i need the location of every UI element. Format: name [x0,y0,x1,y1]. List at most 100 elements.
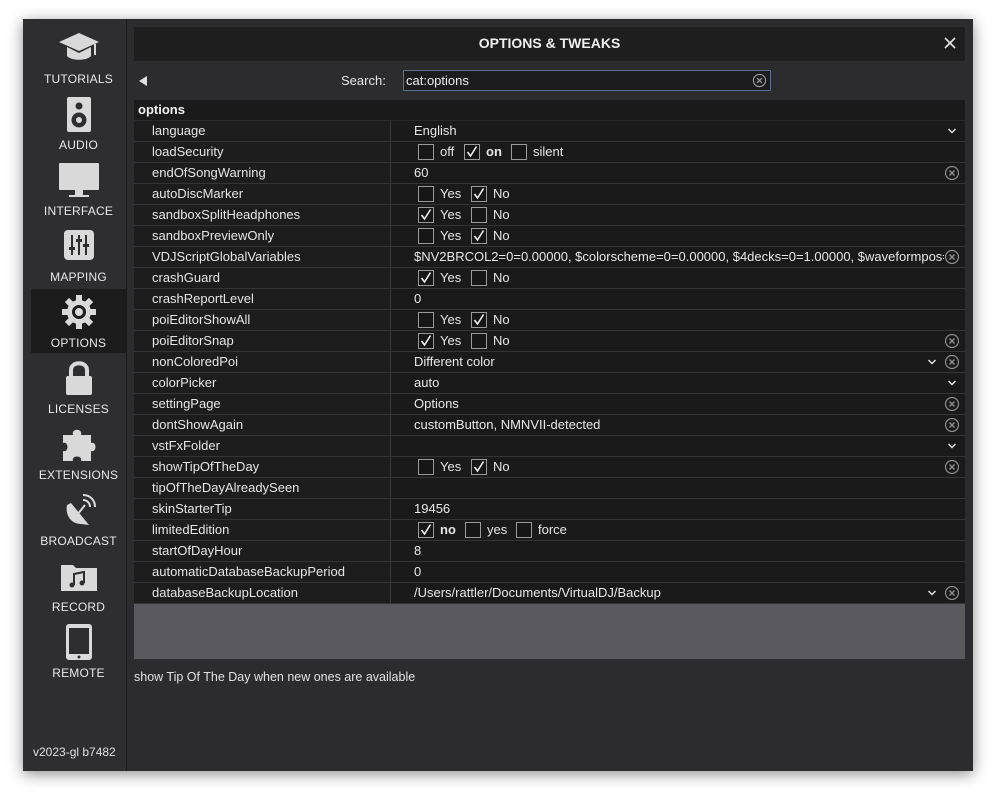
option-value[interactable] [410,478,965,498]
checkbox[interactable] [418,228,434,244]
checkbox[interactable] [511,144,527,160]
checkbox[interactable] [471,207,487,223]
table-row: poiEditorShowAll Yes No [134,310,965,331]
reset-icon[interactable] [944,459,960,475]
checkbox[interactable] [418,144,434,160]
search-box [403,70,771,91]
option-name: crashReportLevel [134,289,391,309]
reset-icon[interactable] [944,249,960,265]
checkbox-checked[interactable] [418,207,434,223]
table-row: vstFxFolder [134,436,965,457]
tablet-icon [66,624,92,660]
option-value[interactable]: $NV2BRCOL2=0=0.00000, $colorscheme=0=0.0… [410,247,965,267]
music-folder-icon [61,565,97,591]
value-text: Options [414,396,459,411]
option-value[interactable]: auto [410,373,965,393]
sidebar-item-label: BROADCAST [40,534,117,548]
checkbox-checked[interactable] [418,333,434,349]
option-name: poiEditorShowAll [134,310,391,330]
option-value: Yes No [410,457,965,477]
sidebar-item-tutorials[interactable]: TUTORIALS [31,25,126,89]
sidebar-item-label: MAPPING [50,270,107,284]
option-name: VDJScriptGlobalVariables [134,247,391,267]
sidebar-item-mapping[interactable]: MAPPING [31,223,126,287]
option-value[interactable]: 60 [410,163,965,183]
chevron-down-icon[interactable] [947,441,957,451]
chevron-down-icon[interactable] [927,357,937,367]
option-value[interactable]: 19456 [410,499,965,519]
checkbox[interactable] [418,459,434,475]
option-value[interactable]: /Users/rattler/Documents/VirtualDJ/Backu… [410,583,965,603]
sidebar-item-label: TUTORIALS [44,72,113,86]
option-value[interactable]: English [410,121,965,141]
checkbox-label: No [493,228,510,243]
reset-icon[interactable] [944,165,960,181]
table-row: sandboxPreviewOnly Yes No [134,226,965,247]
checkbox-checked[interactable] [418,270,434,286]
checkbox-checked[interactable] [464,144,480,160]
sidebar-item-label: EXTENSIONS [38,468,119,482]
option-value: Yes No [410,184,965,204]
back-arrow-icon[interactable] [137,75,149,87]
chevron-down-icon[interactable] [947,126,957,136]
chevron-down-icon[interactable] [927,588,937,598]
checkbox[interactable] [471,333,487,349]
checkbox[interactable] [471,270,487,286]
sidebar-item-licenses[interactable]: LICENSES [31,355,126,419]
option-name: dontShowAgain [134,415,391,435]
checkbox[interactable] [418,186,434,202]
sidebar-item-record[interactable]: RECORD [31,553,126,617]
sidebar-item-extensions[interactable]: EXTENSIONS [31,421,126,485]
checkbox-checked[interactable] [471,312,487,328]
close-icon[interactable] [941,34,959,52]
table-row: poiEditorSnap Yes No [134,331,965,352]
sidebar-item-options[interactable]: OPTIONS [31,289,126,353]
search-label: Search: [341,73,386,88]
search-input[interactable] [406,71,744,90]
reset-icon[interactable] [944,417,960,433]
option-value[interactable]: Options [410,394,965,414]
checkbox[interactable] [465,522,481,538]
reset-icon[interactable] [944,585,960,601]
checkbox-label: on [486,144,502,159]
reset-icon[interactable] [944,354,960,370]
clear-search-icon[interactable] [752,73,767,88]
checkbox-checked[interactable] [471,228,487,244]
title-bar: OPTIONS & TWEAKS [134,27,965,61]
checkbox-checked[interactable] [418,522,434,538]
value-text: customButton, NMNVII-detected [414,417,601,432]
checkbox-label: Yes [440,186,462,201]
chevron-down-icon[interactable] [947,378,957,388]
option-value: Yes No [410,310,965,330]
dropdown-value: Different color [414,354,495,369]
value-text: 19456 [414,501,451,516]
checkbox[interactable] [516,522,532,538]
option-name: endOfSongWarning [134,163,391,183]
value-text: 0 [414,564,422,579]
option-value[interactable]: customButton, NMNVII-detected [410,415,965,435]
option-name: nonColoredPoi [134,352,391,372]
options-window: TUTORIALS AUDIO INTERFACE MAPPING OPTION… [23,19,973,771]
sidebar-item-audio[interactable]: AUDIO [31,91,126,155]
sidebar-item-broadcast[interactable]: BROADCAST [31,487,126,551]
option-name: vstFxFolder [134,436,391,456]
option-value: Yes No [410,268,965,288]
table-row: autoDiscMarker Yes No [134,184,965,205]
option-value[interactable]: 8 [410,541,965,561]
sidebar-item-interface[interactable]: INTERFACE [31,157,126,221]
sidebar-item-remote[interactable]: REMOTE [31,619,126,683]
option-value[interactable]: Different color [410,352,965,372]
option-value[interactable]: 0 [410,289,965,309]
checkbox-checked[interactable] [471,186,487,202]
table-row: startOfDayHour 8 [134,541,965,562]
option-value[interactable]: 0 [410,562,965,582]
checkbox-label: No [493,207,510,222]
checkbox-label: No [493,186,510,201]
checkbox-label: Yes [440,459,462,474]
option-value[interactable] [410,436,965,456]
checkbox-checked[interactable] [471,459,487,475]
reset-icon[interactable] [944,396,960,412]
option-name: databaseBackupLocation [134,583,391,603]
checkbox[interactable] [418,312,434,328]
reset-icon[interactable] [944,333,960,349]
